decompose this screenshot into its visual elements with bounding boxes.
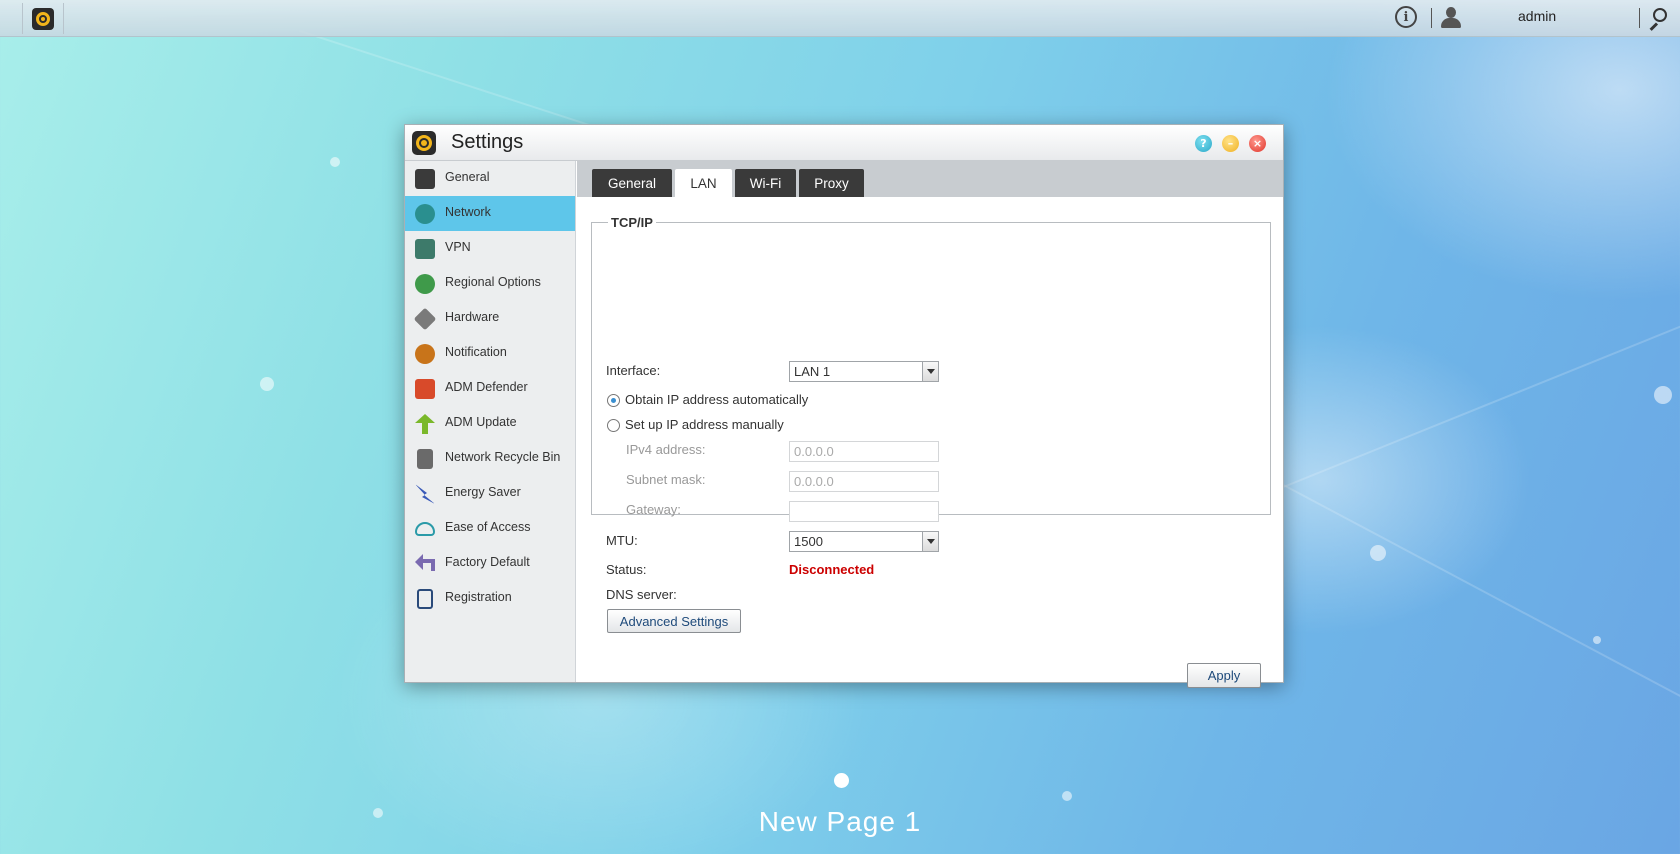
tab-lan[interactable]: LAN [675, 169, 732, 197]
nas-icon [415, 169, 435, 189]
close-icon[interactable]: × [1249, 135, 1266, 152]
settings-content: General LAN Wi-Fi Proxy TCP/IP Interface… [577, 161, 1283, 688]
sidebar-item-label: Network Recycle Bin [445, 450, 561, 464]
advanced-settings-button[interactable]: Advanced Settings [607, 609, 741, 633]
bg-dot [330, 157, 340, 167]
separator [1639, 8, 1640, 28]
bg-dot [373, 808, 383, 818]
subnet-input[interactable]: 0.0.0.0 [789, 471, 939, 492]
user-icon[interactable] [1440, 6, 1462, 30]
bg-dot [260, 377, 274, 391]
sidebar-item-label: Ease of Access [445, 520, 531, 534]
obtain-ip-auto-radio[interactable] [607, 394, 620, 407]
sidebar-item-vpn[interactable]: VPN [405, 231, 575, 266]
apply-button[interactable]: Apply [1187, 663, 1261, 688]
settings-gear-icon [412, 131, 436, 155]
username-label[interactable]: admin [1518, 8, 1556, 24]
lightning-icon [415, 484, 435, 504]
ipv4-input[interactable]: 0.0.0.0 [789, 441, 939, 462]
globe-icon [415, 204, 435, 224]
alert-icon [415, 344, 435, 364]
clipboard-icon [417, 589, 433, 609]
mtu-select[interactable]: 1500 [789, 531, 939, 552]
tab-general[interactable]: General [592, 169, 672, 197]
manual-ip-radio[interactable] [607, 419, 620, 432]
bg-dot [1654, 386, 1672, 404]
settings-launcher-button[interactable] [22, 3, 64, 34]
sidebar-item-label: ADM Defender [445, 380, 528, 394]
sidebar-item-adm-defender[interactable]: ADM Defender [405, 371, 575, 406]
globe-pin-icon [415, 274, 435, 294]
interface-value: LAN 1 [794, 364, 831, 379]
help-icon[interactable]: ? [1195, 135, 1212, 152]
sidebar-item-notification[interactable]: Notification [405, 336, 575, 371]
tab-strip: General LAN Wi-Fi Proxy [577, 161, 1283, 197]
tab-proxy[interactable]: Proxy [799, 169, 864, 197]
sidebar-item-factory-default[interactable]: Factory Default [405, 546, 575, 581]
obtain-ip-auto-label[interactable]: Obtain IP address automatically [625, 392, 808, 407]
search-icon[interactable] [1647, 7, 1669, 31]
cloud-upload-icon [415, 522, 435, 536]
settings-sidebar: General Network VPN Regional Options Har… [405, 161, 576, 682]
mtu-label: MTU: [606, 533, 638, 548]
bg-dot [1593, 636, 1601, 644]
sidebar-item-network[interactable]: Network [405, 196, 575, 231]
sidebar-item-hardware[interactable]: Hardware [405, 301, 575, 336]
sidebar-item-network-recycle-bin[interactable]: Network Recycle Bin [405, 441, 575, 476]
sidebar-item-registration[interactable]: Registration [405, 581, 575, 616]
trash-icon [417, 449, 433, 469]
undo-icon [415, 554, 435, 571]
window-title: Settings [451, 131, 524, 153]
page-indicator-dot[interactable] [834, 773, 849, 788]
arrow-up-icon [415, 414, 435, 434]
vpn-icon [415, 239, 435, 259]
sidebar-item-label: Regional Options [445, 275, 541, 289]
bg-dot [1370, 545, 1386, 561]
gateway-input[interactable] [789, 501, 939, 522]
wrench-icon [413, 307, 437, 331]
mtu-value: 1500 [794, 534, 823, 549]
chevron-down-icon[interactable] [922, 532, 938, 551]
bg-dot [1062, 791, 1072, 801]
sidebar-item-label: VPN [445, 240, 471, 254]
tab-wifi[interactable]: Wi-Fi [735, 169, 796, 197]
ipv4-label: IPv4 address: [626, 442, 706, 457]
sidebar-item-label: Hardware [445, 310, 500, 324]
interface-label: Interface: [606, 363, 661, 378]
gateway-label: Gateway: [626, 502, 681, 517]
chevron-down-icon[interactable] [922, 362, 938, 381]
interface-select[interactable]: LAN 1 [789, 361, 939, 382]
desktop-page-label: New Page 1 [758, 806, 922, 837]
manual-ip-label[interactable]: Set up IP address manually [625, 417, 784, 432]
taskbar: i admin [0, 0, 1680, 37]
sidebar-item-ease-of-access[interactable]: Ease of Access [405, 511, 575, 546]
sidebar-item-regional-options[interactable]: Regional Options [405, 266, 575, 301]
sidebar-item-label: ADM Update [445, 415, 517, 429]
sidebar-item-label: Registration [445, 590, 512, 604]
separator [1431, 8, 1432, 28]
window-titlebar[interactable]: Settings ? – × [405, 125, 1283, 161]
info-icon[interactable]: i [1395, 6, 1417, 28]
sidebar-item-label: Network [445, 205, 491, 219]
sidebar-item-label: Notification [445, 345, 507, 359]
sidebar-item-label: Factory Default [445, 555, 530, 569]
sidebar-item-label: General [445, 170, 490, 184]
settings-window: Settings ? – × General Network VPN Regio… [404, 124, 1284, 688]
sidebar-item-label: Energy Saver [445, 485, 521, 499]
status-label: Status: [606, 562, 647, 577]
firewall-icon [415, 379, 435, 399]
tcpip-legend: TCP/IP [611, 215, 653, 230]
settings-gear-icon [32, 7, 54, 30]
sidebar-item-general[interactable]: General [405, 161, 575, 196]
sidebar-item-energy-saver[interactable]: Energy Saver [405, 476, 575, 511]
subnet-label: Subnet mask: [626, 472, 706, 487]
minimize-icon[interactable]: – [1222, 135, 1239, 152]
sidebar-item-adm-update[interactable]: ADM Update [405, 406, 575, 441]
dns-label: DNS server: [606, 587, 677, 602]
status-value: Disconnected [789, 562, 875, 577]
